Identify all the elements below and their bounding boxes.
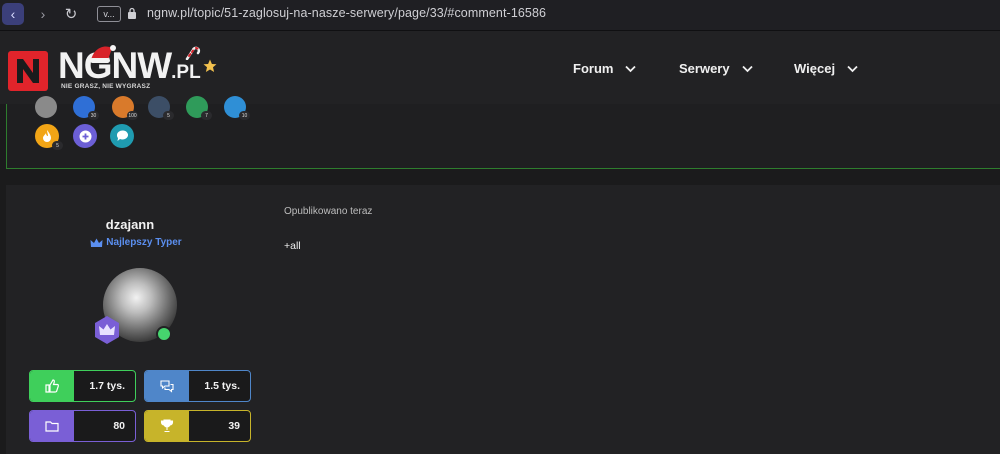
chat-badge[interactable] [110, 124, 134, 148]
badge-count: 5 [52, 141, 63, 150]
post-content: +all [284, 240, 301, 252]
online-indicator [156, 326, 172, 342]
post-timestamp[interactable]: Opublikowano teraz [284, 206, 372, 217]
address-bar[interactable]: ngnw.pl/topic/51-zaglosuj-na-nasze-serwe… [147, 6, 546, 20]
plus-badge[interactable] [73, 124, 97, 148]
chevron-right-icon: › [40, 6, 46, 22]
santa-hat-icon [90, 45, 116, 63]
tagline: NIE GRASZ, NIE WYGRASZ [61, 83, 151, 90]
stat-icon-cell [145, 371, 189, 401]
nav-serwery[interactable]: Serwery [679, 61, 753, 76]
logo-text[interactable]: NGNW.PL [58, 45, 201, 87]
badge-count: 10 [239, 111, 250, 120]
badge-count: 7 [201, 111, 212, 120]
chevron-left-icon: ‹ [10, 6, 16, 22]
stat-icon-cell [30, 371, 74, 401]
forum-post: dzajann Najlepszy Typer 1.7 tys. 1.5 tys… [6, 185, 1000, 454]
lock-icon [128, 7, 136, 19]
badge-count: 100 [127, 111, 138, 120]
flame-icon [43, 130, 51, 142]
forward-button[interactable]: › [32, 3, 54, 25]
topics-stat[interactable]: 80 [29, 410, 136, 442]
stat-icon-cell [145, 411, 189, 441]
flame-badge[interactable]: 5 [35, 124, 63, 150]
candy-cane-icon [185, 46, 201, 60]
achievement-badge[interactable]: 10 [224, 96, 250, 120]
nav-serwery-label: Serwery [679, 61, 730, 76]
site-info-button[interactable]: v... [97, 6, 121, 22]
star-icon [203, 59, 217, 72]
stat-value: 1.7 tys. [89, 380, 125, 392]
plus-icon [79, 130, 91, 142]
achievement-badge[interactable] [35, 96, 57, 118]
chevron-down-icon [741, 65, 753, 72]
stat-icon-cell [30, 411, 74, 441]
posts-stat[interactable]: 1.5 tys. [144, 370, 251, 402]
author-name[interactable]: dzajann [6, 217, 254, 232]
badge-count: 5 [163, 111, 174, 120]
chat-bubbles-icon [160, 380, 174, 393]
previous-post-badges: 30 100 5 7 10 5 [6, 96, 1000, 169]
site-header: NGNW.PL NIE GRASZ, NIE WYGRASZ Forum Ser… [0, 31, 1000, 104]
achievement-badge[interactable]: 30 [73, 96, 99, 120]
nav-forum-label: Forum [573, 61, 614, 76]
nav-forum[interactable]: Forum [573, 61, 637, 76]
chevron-down-icon [847, 65, 858, 72]
achievement-badge[interactable]: 7 [186, 96, 212, 120]
stat-value: 39 [228, 420, 240, 432]
badge-count: 30 [88, 111, 99, 120]
nav-wiecej-label: Więcej [794, 61, 836, 76]
ngnw-logo-icon[interactable] [8, 51, 48, 91]
reload-button[interactable]: ↻ [60, 3, 82, 25]
folder-icon [45, 421, 59, 432]
reload-icon: ↻ [64, 6, 78, 23]
logo-suffix: .PL [171, 62, 201, 83]
achievement-badge[interactable]: 5 [148, 96, 174, 120]
stat-value: 80 [113, 420, 125, 432]
author-rank: Najlepszy Typer [6, 237, 266, 248]
achievement-badge[interactable]: 100 [112, 96, 138, 120]
rank-label: Najlepszy Typer [106, 237, 182, 248]
thumbs-up-icon [45, 379, 59, 393]
chat-icon [116, 130, 128, 141]
reputation-stat[interactable]: 1.7 tys. [29, 370, 136, 402]
nav-wiecej[interactable]: Więcej [794, 61, 858, 76]
browser-toolbar: ‹ › ↻ v... ngnw.pl/topic/51-zaglosuj-na-… [0, 0, 1000, 31]
awards-stat[interactable]: 39 [144, 410, 251, 442]
chevron-down-icon [625, 65, 637, 72]
trophy-icon [160, 419, 174, 433]
crown-group-badge-icon [95, 316, 119, 344]
crown-icon [90, 238, 103, 247]
stat-value: 1.5 tys. [204, 380, 240, 392]
back-button[interactable]: ‹ [2, 3, 24, 25]
